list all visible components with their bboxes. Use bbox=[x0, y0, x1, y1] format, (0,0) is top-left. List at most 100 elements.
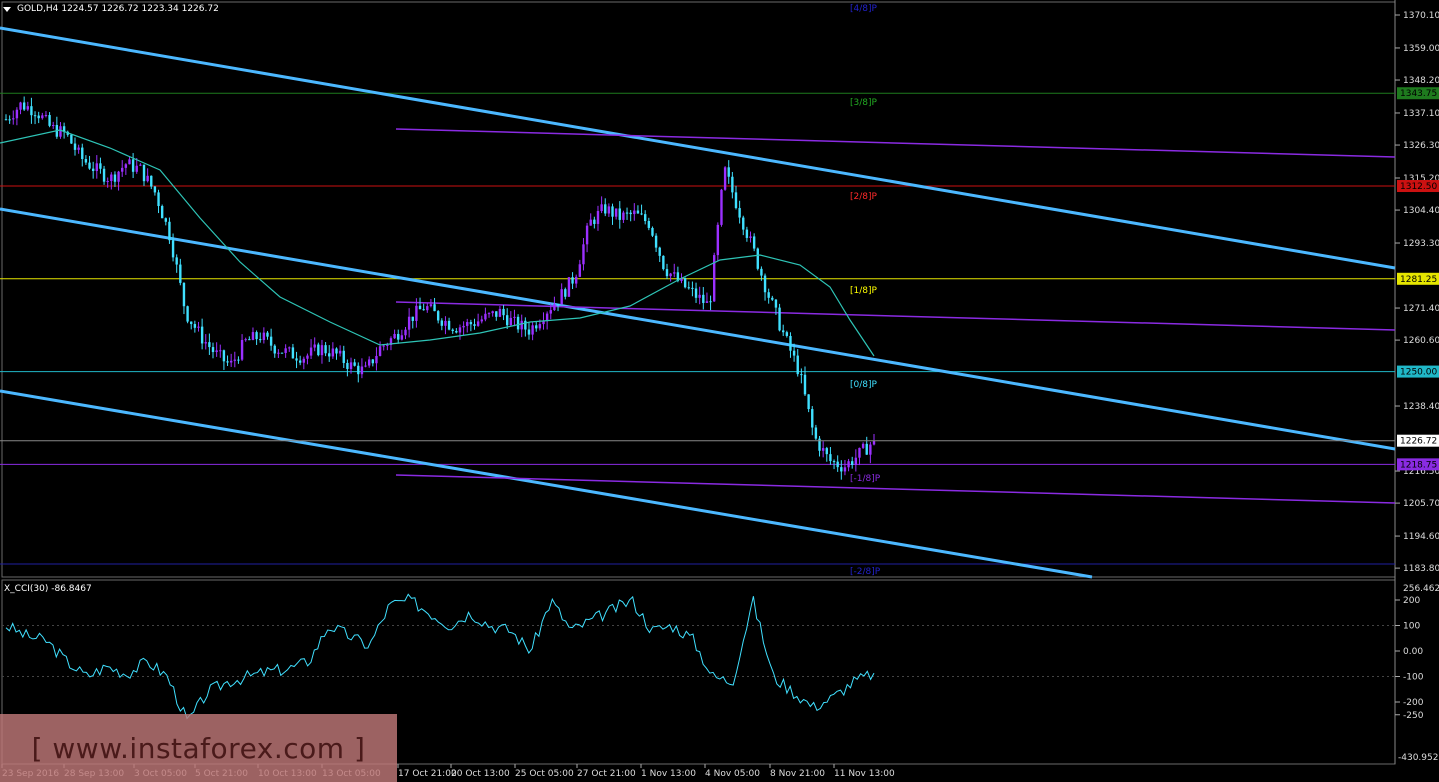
candle-body bbox=[70, 134, 73, 144]
candle-body bbox=[113, 174, 117, 182]
candle-body bbox=[473, 324, 476, 326]
candle-body bbox=[33, 115, 37, 117]
candle-body bbox=[360, 366, 364, 375]
candle-body bbox=[723, 167, 727, 190]
candle-body bbox=[505, 315, 509, 326]
candle-body bbox=[636, 210, 640, 214]
candle-body bbox=[26, 106, 29, 110]
candle-body bbox=[785, 332, 789, 336]
candle-body bbox=[665, 269, 669, 277]
candle-body bbox=[502, 308, 505, 316]
candle-body bbox=[832, 461, 836, 463]
candle-body bbox=[716, 224, 720, 256]
candle-body bbox=[861, 443, 865, 448]
candle-body bbox=[629, 212, 632, 215]
candle-body bbox=[574, 276, 578, 284]
candle-body bbox=[625, 212, 629, 214]
candle-body bbox=[466, 322, 469, 326]
candle-body bbox=[444, 320, 447, 326]
candle-body bbox=[15, 109, 19, 119]
candle-body bbox=[48, 115, 51, 126]
candle-body bbox=[160, 206, 164, 219]
price-tick-label: 1359.00 bbox=[1403, 44, 1439, 54]
candle-body bbox=[418, 305, 422, 310]
candle-body bbox=[248, 339, 251, 341]
candle-body bbox=[847, 461, 850, 468]
candle-body bbox=[284, 348, 287, 353]
candle-body bbox=[280, 352, 284, 354]
candle-body bbox=[705, 301, 709, 303]
price-tick-label: 1271.40 bbox=[1403, 304, 1439, 314]
candle-body bbox=[851, 461, 854, 465]
candle-body bbox=[328, 353, 331, 357]
candle-body bbox=[288, 347, 291, 349]
candle-body bbox=[709, 301, 712, 303]
candle-body bbox=[41, 115, 44, 119]
candle-body bbox=[694, 288, 698, 298]
price-tick-label: 1326.30 bbox=[1403, 141, 1439, 151]
level-price-tag-text: 1250.00 bbox=[1400, 368, 1437, 378]
cci-scale-top: 256.462 bbox=[1403, 584, 1439, 594]
candle-body bbox=[651, 227, 654, 236]
candle-body bbox=[538, 324, 542, 329]
candle-body bbox=[4, 119, 8, 121]
cci-tick-label: 0.00 bbox=[1403, 647, 1423, 657]
cci-tick-label: -250 bbox=[1403, 711, 1424, 721]
candle-body bbox=[320, 345, 324, 356]
murrey-level-label: [1/8]P bbox=[850, 286, 878, 296]
candle-body bbox=[752, 236, 756, 249]
candle-body bbox=[622, 212, 625, 220]
candle-body bbox=[77, 147, 80, 150]
candle-body bbox=[407, 316, 411, 330]
candle-body bbox=[745, 229, 749, 238]
candle-body bbox=[836, 461, 839, 468]
candle-body bbox=[683, 278, 687, 288]
candle-body bbox=[578, 264, 582, 277]
candle-body bbox=[807, 394, 810, 410]
murrey-level-label: [-2/8]P bbox=[850, 567, 881, 577]
candle-body bbox=[749, 236, 752, 238]
candle-body bbox=[349, 362, 353, 369]
candle-body bbox=[371, 359, 375, 364]
candle-body bbox=[211, 347, 215, 353]
candle-body bbox=[139, 164, 142, 166]
candle-body bbox=[251, 332, 255, 340]
candle-body bbox=[458, 327, 462, 333]
chart-header: GOLD,H4 1224.57 1226.72 1223.34 1226.72 bbox=[3, 2, 219, 16]
murrey-level-label: [3/8]P bbox=[850, 98, 878, 108]
candle-body bbox=[259, 339, 262, 341]
candle-body bbox=[335, 348, 338, 354]
candle-body bbox=[295, 358, 298, 361]
chart-menu-icon[interactable] bbox=[3, 6, 11, 12]
candle-body bbox=[436, 311, 440, 321]
candle-body bbox=[186, 306, 189, 322]
candle-body bbox=[88, 162, 91, 169]
candle-body bbox=[484, 313, 487, 320]
chart-background bbox=[0, 0, 1439, 782]
candle-body bbox=[803, 374, 807, 395]
candle-body bbox=[593, 219, 596, 224]
price-chart[interactable]: [4/8]P [3/8]P [2/8]P [1/8]P [0/8]P [-1/8]P [-2… bbox=[0, 0, 1439, 782]
candle-body bbox=[567, 277, 571, 297]
candle-body bbox=[200, 326, 204, 344]
candle-body bbox=[535, 325, 538, 329]
price-tick-label: 1194.60 bbox=[1403, 532, 1439, 542]
candle-body bbox=[102, 168, 106, 182]
candle-body bbox=[760, 268, 763, 276]
watermark-text: [ www.instaforex.com ] bbox=[31, 731, 366, 765]
candle-body bbox=[767, 292, 770, 298]
cci-scale-bottom: -430.9526 bbox=[1398, 753, 1439, 763]
candle-body bbox=[843, 467, 847, 472]
candle-body bbox=[738, 208, 741, 218]
candle-body bbox=[545, 313, 549, 322]
candle-body bbox=[596, 211, 600, 224]
time-tick-label: 4 Nov 05:00 bbox=[705, 769, 760, 779]
cci-tick-label: 100 bbox=[1403, 622, 1420, 632]
candle-body bbox=[393, 333, 396, 339]
candle-body bbox=[357, 365, 360, 375]
candle-body bbox=[527, 329, 531, 335]
candle-body bbox=[190, 321, 193, 325]
symbol-label: GOLD,H4 bbox=[17, 4, 59, 14]
candle-body bbox=[691, 287, 694, 289]
price-tick-label: 1348.20 bbox=[1403, 76, 1439, 86]
